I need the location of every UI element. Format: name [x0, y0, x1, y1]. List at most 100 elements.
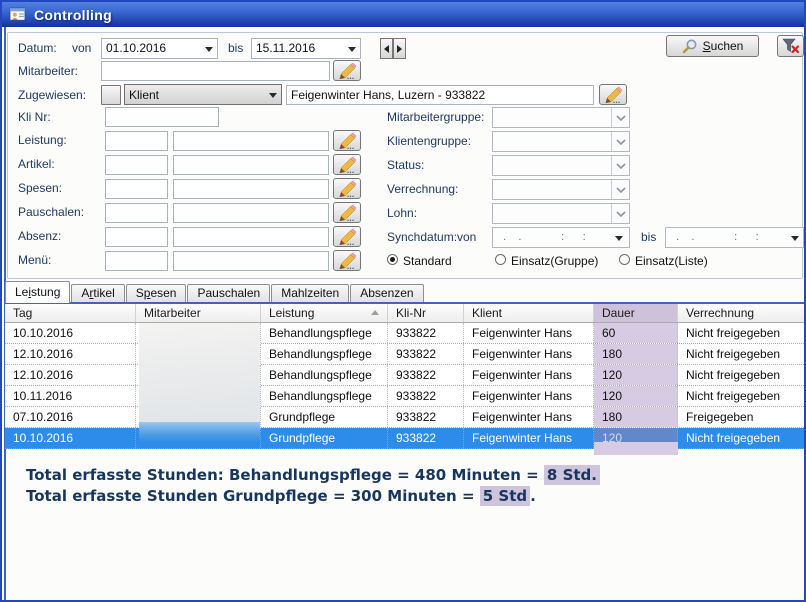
title-bar[interactable]: Controlling: [2, 2, 804, 27]
zugewiesen-square-button[interactable]: [101, 85, 121, 105]
absenz-code-input[interactable]: [105, 227, 168, 247]
cell-dauer: 180: [594, 407, 678, 427]
mitarbeitergruppe-label: Mitarbeitergruppe:: [387, 110, 484, 124]
column-header-tag[interactable]: Tag: [5, 304, 136, 322]
cell-tag: 10.10.2016: [5, 428, 136, 448]
spesen-code-input[interactable]: [105, 179, 168, 199]
chevron-down-icon[interactable]: [348, 47, 356, 52]
date-prev-button[interactable]: [380, 38, 393, 59]
tab-pauschalen[interactable]: Pauschalen: [187, 284, 270, 302]
zugewiesen-value-field[interactable]: Feigenwinter Hans, Luzern - 933822: [286, 85, 594, 105]
pauschalen-code-input[interactable]: [105, 203, 168, 223]
pauschalen-text-input[interactable]: [173, 203, 329, 223]
column-header-leistung[interactable]: Leistung: [261, 304, 388, 322]
cell-klinr: 933822: [388, 407, 464, 427]
radio-einsatz-liste-label: Einsatz(Liste): [635, 254, 708, 268]
radio-einsatz-liste[interactable]: [619, 254, 630, 265]
column-header-verrechnung[interactable]: Verrechnung: [678, 304, 806, 322]
chevron-down-icon[interactable]: [615, 236, 623, 241]
dauer-column-highlight-extension: [594, 442, 678, 455]
table-row[interactable]: 12.10.2016 Behandlungspflege 933822 Feig…: [5, 365, 806, 386]
cell-tag: 12.10.2016: [5, 365, 136, 385]
table-row[interactable]: 07.10.2016 Grundpflege 933822 Feigenwint…: [5, 407, 806, 428]
leistung-text-input[interactable]: [173, 131, 329, 151]
mitarbeiter-edit-button[interactable]: [333, 60, 361, 81]
cell-tag: 12.10.2016: [5, 344, 136, 364]
radio-standard[interactable]: [387, 254, 398, 265]
menu-code-input[interactable]: [105, 251, 168, 271]
absenz-text-input[interactable]: [173, 227, 329, 247]
synch-from-placeholder: . . : :: [497, 231, 586, 243]
filter-clear-icon: [782, 38, 800, 54]
radio-einsatz-gruppe-label: Einsatz(Gruppe): [511, 254, 598, 268]
cell-dauer: 120: [594, 365, 678, 385]
cell-dauer: 120: [594, 386, 678, 406]
tab-artikel[interactable]: Artikel: [71, 284, 124, 302]
cell-tag: 10.10.2016: [5, 323, 136, 343]
tab-leistung[interactable]: Leistung: [5, 281, 70, 303]
chevron-down-icon[interactable]: [791, 236, 799, 241]
mitarbeiter-label: Mitarbeiter:: [18, 64, 78, 78]
column-header-dauer[interactable]: Dauer: [594, 304, 678, 322]
date-from-combo[interactable]: 01.10.2016: [101, 38, 218, 59]
table-row[interactable]: 10.11.2016 Behandlungspflege 933822 Feig…: [5, 386, 806, 407]
synch-from-combo[interactable]: . . : :: [492, 227, 630, 248]
absenz-label: Absenz:: [18, 229, 61, 243]
column-header-mitarbeiter[interactable]: Mitarbeiter: [136, 304, 261, 322]
tab-spesen[interactable]: Spesen: [126, 284, 187, 302]
klinr-input[interactable]: [105, 107, 219, 127]
table-row-selected[interactable]: 10.10.2016 Grundpflege 933822 Feigenwint…: [5, 428, 806, 449]
cell-leistung: Behandlungspflege: [261, 323, 388, 343]
date-to-combo[interactable]: 15.11.2016: [251, 38, 361, 59]
cell-klient: Feigenwinter Hans: [464, 407, 594, 427]
chevron-down-icon[interactable]: [269, 93, 277, 98]
pencil-icon: [603, 87, 623, 103]
cell-klient: Feigenwinter Hans: [464, 365, 594, 385]
menu-text-input[interactable]: [173, 251, 329, 271]
artikel-text-input[interactable]: [173, 155, 329, 175]
cell-dauer: 180: [594, 344, 678, 364]
artikel-label: Artikel:: [18, 157, 55, 171]
table-row[interactable]: 10.10.2016 Behandlungspflege 933822 Feig…: [5, 323, 806, 344]
table-row[interactable]: 12.10.2016 Behandlungspflege 933822 Feig…: [5, 344, 806, 365]
clear-filter-button[interactable]: [777, 35, 804, 57]
verrechnung-select[interactable]: [492, 179, 630, 200]
mitarbeiter-blur-overlay-selected: [139, 422, 260, 441]
menu-edit-button[interactable]: [333, 250, 361, 271]
synch-to-combo[interactable]: . . : :: [665, 227, 804, 248]
pencil-icon: [337, 253, 357, 269]
tab-absenzen[interactable]: Absenzen: [350, 284, 423, 302]
artikel-code-input[interactable]: [105, 155, 168, 175]
synch-to-placeholder: . . : :: [670, 231, 759, 243]
chevron-down-icon[interactable]: [205, 47, 213, 52]
search-icon: [682, 39, 698, 54]
zugewiesen-edit-button[interactable]: [599, 84, 627, 105]
mitarbeitergruppe-select[interactable]: [492, 107, 630, 128]
pauschalen-edit-button[interactable]: [333, 202, 361, 223]
cell-verrechnung: Nicht freigegeben: [678, 323, 806, 343]
mitarbeiter-input[interactable]: [101, 61, 330, 81]
radio-einsatz-gruppe[interactable]: [495, 254, 506, 265]
datum-label: Datum:: [18, 41, 57, 55]
lohn-select[interactable]: [492, 203, 630, 224]
leistung-edit-button[interactable]: [333, 130, 361, 151]
absenz-edit-button[interactable]: [333, 226, 361, 247]
column-header-klinr[interactable]: Kli-Nr: [388, 304, 464, 322]
tab-mahlzeiten[interactable]: Mahlzeiten: [271, 284, 349, 302]
leistung-code-input[interactable]: [105, 131, 168, 151]
suchen-button[interactable]: Suchen: [666, 35, 759, 57]
klientengruppe-select[interactable]: [492, 131, 630, 152]
summary-line-2: Total erfasste Stunden Grundpflege = 300…: [26, 487, 536, 505]
artikel-edit-button[interactable]: [333, 154, 361, 175]
chevron-down-icon: [616, 163, 626, 169]
spesen-edit-button[interactable]: [333, 178, 361, 199]
spesen-label: Spesen:: [18, 181, 62, 195]
column-header-klient[interactable]: Klient: [464, 304, 594, 322]
status-select[interactable]: [492, 155, 630, 176]
zugewiesen-type-combo[interactable]: Klient: [124, 84, 282, 105]
cell-leistung: Behandlungspflege: [261, 344, 388, 364]
pencil-icon: [337, 229, 357, 245]
date-next-button[interactable]: [393, 38, 406, 59]
radio-standard-label: Standard: [403, 254, 452, 268]
spesen-text-input[interactable]: [173, 179, 329, 199]
